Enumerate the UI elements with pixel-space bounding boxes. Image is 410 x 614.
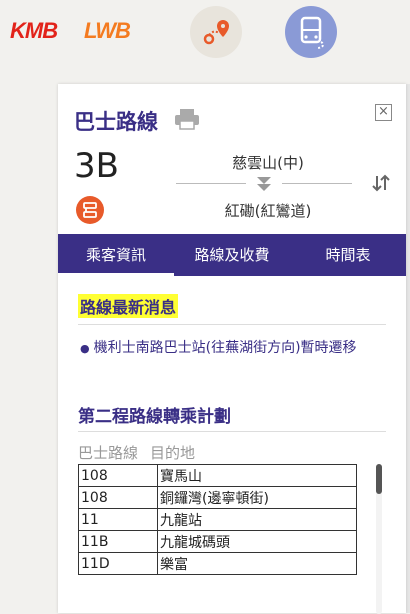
top-bar: KMB LWB	[0, 0, 410, 70]
interchange-heading: 第二程路線轉乘計劃	[78, 407, 231, 427]
close-button[interactable]: ×	[375, 104, 392, 121]
bus-icon	[300, 16, 325, 49]
lwb-logo[interactable]: LWB	[84, 18, 131, 44]
table-row[interactable]: 11B 九龍城碼頭	[78, 530, 357, 553]
table-row[interactable]: 108 銅鑼灣(邊寧頓街)	[78, 486, 357, 509]
route-cell: 11D	[78, 552, 158, 575]
route-cell: 11	[78, 508, 158, 531]
interchange-column-headers: 巴士路線 目的地	[78, 442, 207, 463]
route-pin-icon	[203, 20, 229, 45]
route-cell: 108	[78, 486, 158, 509]
destination-cell: 銅鑼灣(邊寧頓街)	[157, 486, 357, 509]
print-icon[interactable]	[174, 108, 200, 134]
interchange-table: 108 寶馬山 108 銅鑼灣(邊寧頓街) 11 九龍站 11B 九龍城碼頭 11D 樂富	[78, 464, 357, 575]
divider	[282, 183, 352, 184]
destination-cell: 九龍城碼頭	[157, 530, 357, 553]
tab-bar: 乘客資訊 路線及收費 時間表	[58, 234, 406, 276]
direction-arrow-icon	[256, 176, 272, 196]
route-number: 3B	[74, 146, 119, 186]
tab-passenger-info[interactable]: 乘客資訊	[58, 234, 174, 276]
scroll-edge	[406, 84, 410, 613]
divider	[176, 183, 246, 184]
table-row[interactable]: 108 寶馬山	[78, 464, 357, 487]
col-destination-header: 目的地	[150, 444, 196, 462]
table-row[interactable]: 11D 樂富	[78, 552, 357, 575]
route-panel: 巴士路線 × 3B 慈雲山(中) 紅磡(紅鸞道) 乘客資訊 路線及收費 時間表 …	[58, 84, 406, 614]
divider	[78, 431, 386, 432]
bus-search-button[interactable]	[285, 6, 337, 58]
route-cell: 108	[78, 464, 158, 487]
destination-cell: 九龍站	[157, 508, 357, 531]
table-scroll-thumb[interactable]	[376, 464, 382, 494]
destination-stop: 紅磡(紅鸞道)	[224, 202, 312, 220]
route-planner-button[interactable]	[190, 6, 242, 58]
destination-cell: 寶馬山	[157, 464, 357, 487]
route-cell: 11B	[78, 530, 158, 553]
bullet-icon: ●	[80, 342, 90, 355]
tab-route-fare[interactable]: 路線及收費	[174, 234, 290, 276]
divider	[78, 324, 386, 325]
col-route-header: 巴士路線	[78, 444, 139, 462]
table-row[interactable]: 11 九龍站	[78, 508, 357, 531]
news-heading: 路線最新消息	[78, 294, 179, 318]
news-text: 機利士南路巴士站(往蕪湖街方向)暫時遷移	[93, 340, 357, 356]
route-info-icon[interactable]	[76, 196, 104, 224]
tab-timetable[interactable]: 時間表	[290, 234, 406, 276]
news-item[interactable]: ● 機利士南路巴士站(往蕪湖街方向)暫時遷移	[80, 338, 386, 359]
swap-direction-icon[interactable]	[372, 174, 390, 196]
origin-stop: 慈雲山(中)	[232, 154, 304, 172]
panel-title: 巴士路線	[74, 110, 158, 134]
kmb-logo[interactable]: KMB	[10, 18, 58, 44]
destination-cell: 樂富	[157, 552, 357, 575]
